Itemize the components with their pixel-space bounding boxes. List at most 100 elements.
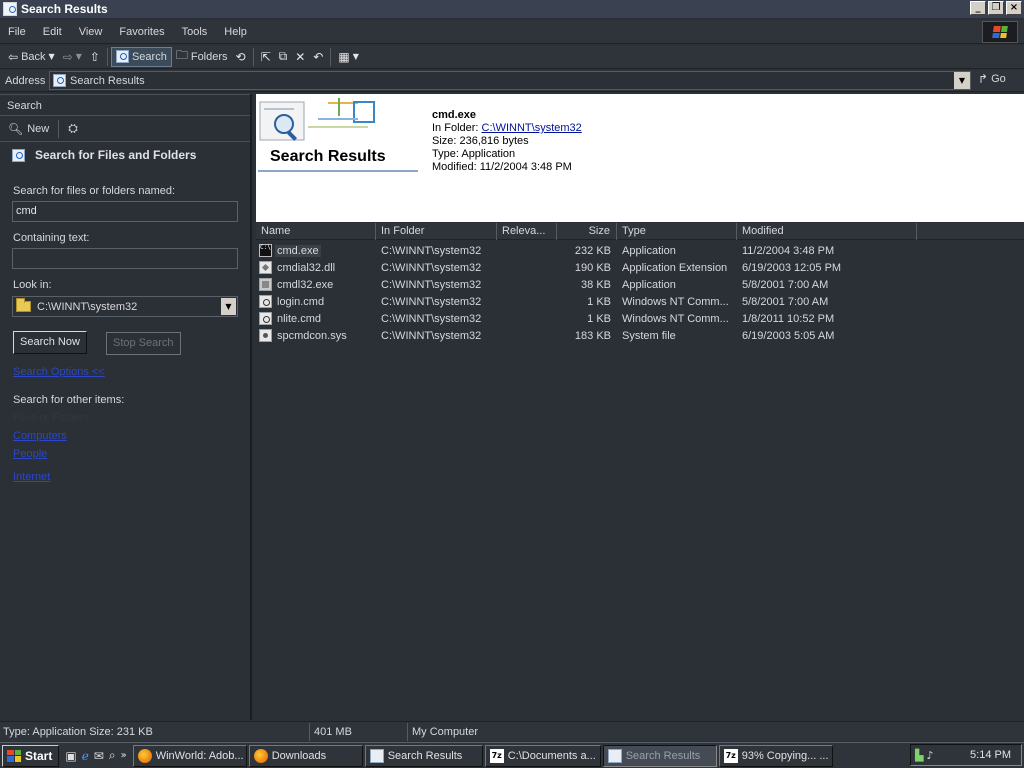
folders-button[interactable]: 🗀 Folders — [172, 47, 232, 67]
in-folder-link[interactable]: C:\WINNT\system32 — [482, 122, 582, 134]
cmd-icon — [259, 244, 272, 257]
up-folder-button[interactable]: ⇧ — [86, 47, 104, 67]
windows-logo-icon — [982, 21, 1018, 43]
toolbar-separator — [252, 47, 254, 66]
outlook-express-icon[interactable]: ✉ — [94, 749, 104, 763]
menu-help[interactable]: Help — [216, 26, 256, 38]
toolbar-separator — [58, 119, 60, 138]
table-row[interactable]: login.cmd C:\WINNT\system32 1 KB Windows… — [256, 293, 1024, 310]
files-folders-link[interactable]: Files or Folders — [13, 412, 89, 424]
toolbar-separator — [330, 47, 332, 66]
delete-icon: ✕ — [295, 49, 306, 64]
chevron-down-icon[interactable]: ▼ — [353, 52, 359, 61]
table-row[interactable]: cmd.exe C:\WINNT\system32 232 KB Applica… — [256, 242, 1024, 259]
row-name: spcmdcon.sys — [277, 329, 347, 342]
search-window-icon[interactable] — [3, 2, 17, 16]
menu-edit[interactable]: Edit — [35, 26, 71, 38]
task-button-documents[interactable]: 7z C:\Documents a... — [484, 744, 601, 767]
close-button[interactable]: × — [1006, 1, 1022, 15]
menu-file[interactable]: File — [0, 26, 35, 38]
containing-text-input[interactable] — [12, 248, 238, 269]
search-button[interactable]: Search — [110, 46, 172, 67]
search-now-button[interactable]: Search Now — [13, 331, 87, 354]
chevron-down-icon[interactable]: ▼ — [221, 298, 236, 315]
menu-favorites[interactable]: Favorites — [111, 26, 173, 38]
task-button-copying[interactable]: 7z 93% Copying... ... — [718, 744, 833, 767]
status-zone: My Computer — [412, 725, 479, 738]
table-row[interactable]: nlite.cmd C:\WINNT\system32 1 KB Windows… — [256, 310, 1024, 327]
column-header-modified[interactable]: Modified — [737, 223, 917, 240]
delete-button[interactable]: ✕ — [291, 47, 309, 67]
task-button-downloads[interactable]: Downloads — [248, 744, 363, 767]
chevron-down-icon[interactable]: ▼ — [76, 52, 82, 61]
go-label: Go — [991, 73, 1006, 85]
column-header-size[interactable]: Size — [557, 223, 617, 240]
task-button-search-results-active[interactable]: Search Results — [602, 744, 717, 767]
dll-icon — [259, 261, 272, 274]
row-type: System file — [622, 329, 676, 342]
new-search-button[interactable]: 🔍︎ New — [8, 122, 49, 136]
internet-explorer-icon[interactable]: ℯ — [82, 749, 89, 763]
people-link[interactable]: People — [13, 448, 47, 460]
task-button-search-results[interactable]: Search Results — [364, 744, 483, 767]
menu-view[interactable]: View — [71, 26, 112, 38]
results-banner: Search Results cmd.exe In Folder: C:\WIN… — [256, 94, 1024, 222]
taskbar: Start ▣ ℯ ✉ ⌕ » WinWorld: Adob... Downlo… — [0, 742, 1024, 768]
address-field[interactable]: Search Results ▼ — [49, 71, 971, 90]
internet-link[interactable]: Internet — [13, 471, 50, 483]
status-size: 401 MB — [310, 722, 408, 741]
chevron-right-icon[interactable]: » — [121, 750, 127, 761]
forward-button[interactable]: ⇨ ▼ — [59, 47, 86, 67]
views-button[interactable]: ▦ ▼ — [334, 47, 363, 67]
volume-icon[interactable]: ♪ — [926, 749, 933, 762]
column-header-type[interactable]: Type — [617, 223, 737, 240]
status-bar: Type: Application Size: 231 KB 401 MB My… — [0, 721, 1024, 741]
7zip-icon: 7z — [489, 748, 504, 763]
name-input[interactable]: cmd — [12, 201, 238, 222]
column-header-name[interactable]: Name — [256, 223, 376, 240]
maximize-button[interactable]: ❐ — [988, 1, 1004, 15]
in-folder-label: In Folder: — [432, 122, 479, 134]
start-label: Start — [25, 748, 53, 763]
column-header-relevance[interactable]: Releva... — [497, 223, 557, 240]
search-label: Search — [131, 50, 167, 63]
chevron-down-icon[interactable]: ▼ — [49, 52, 55, 61]
column-header-in-folder[interactable]: In Folder — [376, 223, 497, 240]
row-modified: 6/19/2003 5:05 AM — [742, 329, 835, 342]
show-desktop-icon[interactable]: ▣ — [65, 749, 76, 763]
search-options-link[interactable]: Search Options << — [13, 366, 105, 378]
undo-button[interactable]: ↶ — [309, 47, 327, 67]
address-dropdown-button[interactable]: ▼ — [954, 72, 970, 89]
table-row[interactable]: spcmdcon.sys C:\WINNT\system32 183 KB Sy… — [256, 327, 1024, 344]
clock[interactable]: 5:14 PM — [970, 749, 1011, 761]
firefox-icon — [137, 748, 152, 763]
system-tray: ▙ ♪ 5:14 PM — [910, 744, 1022, 766]
look-in-select[interactable]: C:\WINNT\system32 ▼ — [12, 296, 238, 317]
table-row[interactable]: cmdl32.exe C:\WINNT\system32 38 KB Appli… — [256, 276, 1024, 293]
table-row[interactable]: cmdial32.dll C:\WINNT\system32 190 KB Ap… — [256, 259, 1024, 276]
copy-to-button[interactable]: ⧉ — [275, 47, 292, 67]
search-icon[interactable]: ⌕ — [109, 748, 116, 763]
file-details: cmd.exe In Folder: C:\WINNT\system32 Siz… — [432, 109, 582, 174]
back-button[interactable]: ⇦ Back ▼ — [4, 47, 59, 67]
computers-link[interactable]: Computers — [13, 430, 67, 442]
minimize-button[interactable]: _ — [970, 1, 986, 15]
search-files-icon — [12, 148, 25, 162]
row-size: 1 KB — [587, 312, 611, 325]
stop-search-button[interactable]: Stop Search — [106, 332, 181, 355]
menu-bar: File Edit View Favorites Tools Help — [0, 20, 1024, 44]
network-icon[interactable]: ▙ — [915, 749, 923, 762]
go-button[interactable]: ↱ Go — [978, 72, 1006, 86]
history-button[interactable]: ⟲ — [232, 47, 250, 67]
search-companion-icon[interactable]: ⛭ — [68, 121, 78, 136]
task-label: 93% Copying... ... — [741, 749, 829, 762]
menu-tools[interactable]: Tools — [174, 26, 217, 38]
detail-type: Type: Application — [432, 148, 516, 160]
move-to-button[interactable]: ⇱ — [257, 47, 275, 67]
system-file-icon — [259, 329, 272, 342]
folders-icon: 🗀 — [175, 48, 188, 62]
firefox-icon — [253, 748, 268, 763]
row-folder: C:\WINNT\system32 — [381, 312, 482, 325]
task-button-winworld[interactable]: WinWorld: Adob... — [132, 744, 247, 767]
start-button[interactable]: Start — [2, 744, 60, 767]
